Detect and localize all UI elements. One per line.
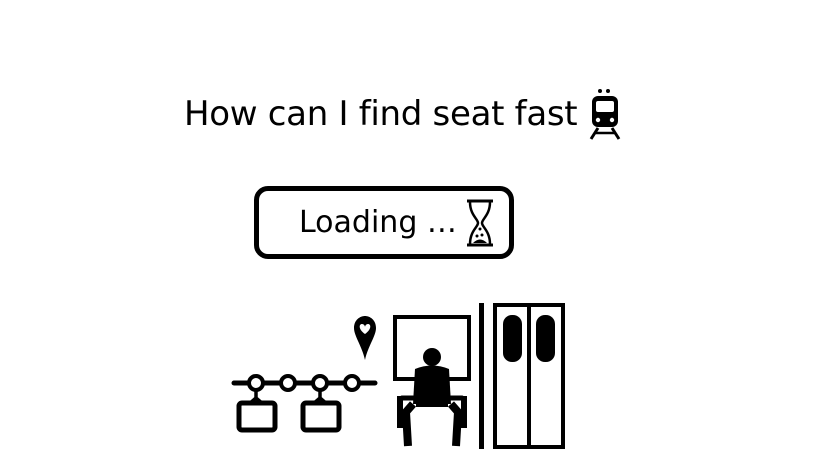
heart-location-pin-icon (354, 316, 376, 360)
hourglass-icon (466, 199, 493, 246)
train-icon (590, 89, 621, 140)
loading-indicator: Loading … (254, 186, 514, 259)
title-row: How can I find seat fast (184, 86, 625, 142)
seat-scene-illustration (231, 303, 565, 449)
loading-label: Loading … (299, 204, 457, 240)
train-doors-icon (479, 303, 565, 449)
page-title: How can I find seat fast (184, 94, 578, 134)
hand-straps-icon (231, 374, 378, 433)
seated-passenger-icon (393, 315, 471, 447)
